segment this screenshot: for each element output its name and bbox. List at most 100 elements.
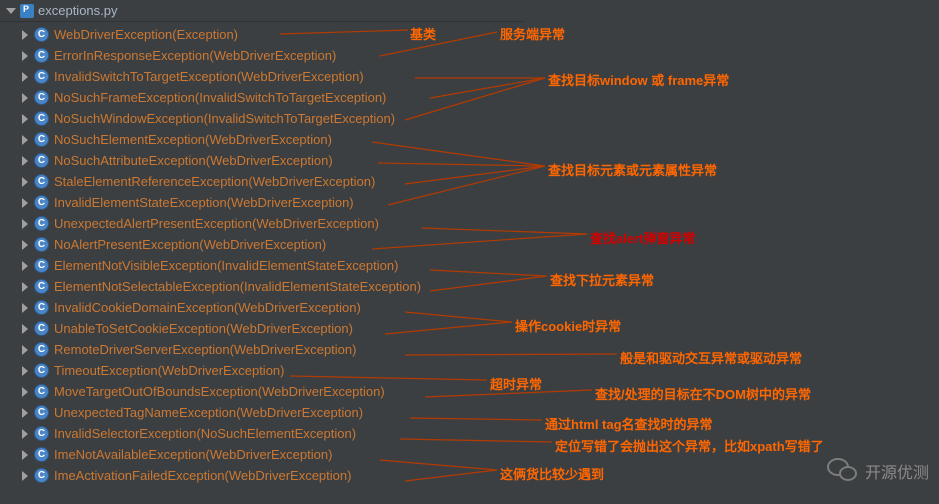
class-name-label: TimeoutException(WebDriverException)	[54, 363, 284, 378]
chevron-right-icon[interactable]	[22, 471, 28, 481]
chevron-right-icon[interactable]	[22, 51, 28, 61]
class-name-label: ErrorInResponseException(WebDriverExcept…	[54, 48, 336, 63]
class-name-label: InvalidElementStateException(WebDriverEx…	[54, 195, 354, 210]
chevron-right-icon[interactable]	[22, 408, 28, 418]
class-name-label: ImeNotAvailableException(WebDriverExcept…	[54, 447, 332, 462]
chevron-right-icon[interactable]	[22, 156, 28, 166]
chevron-right-icon[interactable]	[22, 366, 28, 376]
class-icon: C	[34, 69, 49, 84]
class-name-label: ElementNotVisibleException(InvalidElemen…	[54, 258, 398, 273]
class-icon: C	[34, 321, 49, 336]
class-tree-item[interactable]: C ImeActivationFailedException(WebDriverE…	[0, 465, 525, 486]
class-tree-item[interactable]: C InvalidCookieDomainException(WebDriverE…	[0, 297, 525, 318]
class-tree-item[interactable]: C InvalidSelectorException(NoSuchElementE…	[0, 423, 525, 444]
chevron-right-icon[interactable]	[22, 135, 28, 145]
class-icon: C	[34, 216, 49, 231]
python-file-icon	[20, 4, 34, 18]
chevron-right-icon[interactable]	[22, 303, 28, 313]
class-name-label: ElementNotSelectableException(InvalidEle…	[54, 279, 421, 294]
class-tree-item[interactable]: C ImeNotAvailableException(WebDriverExcep…	[0, 444, 525, 465]
class-name-label: StaleElementReferenceException(WebDriver…	[54, 174, 375, 189]
class-tree-item[interactable]: C WebDriverException(Exception)	[0, 24, 525, 45]
class-icon: C	[34, 384, 49, 399]
class-icon: C	[34, 279, 49, 294]
class-name-label: InvalidCookieDomainException(WebDriverEx…	[54, 300, 361, 315]
class-tree-item[interactable]: CNoSuchAttributeException(WebDriverExcep…	[0, 150, 525, 171]
class-tree-item[interactable]: CUnableToSetCookieException(WebDriverExc…	[0, 318, 525, 339]
annotation-label: 定位写错了会抛出这个异常，比如xpath写错了	[555, 436, 824, 455]
chevron-right-icon[interactable]	[22, 114, 28, 124]
chevron-right-icon[interactable]	[22, 219, 28, 229]
class-icon: C	[34, 426, 49, 441]
class-icon: C	[34, 195, 49, 210]
class-tree-item[interactable]: C UnexpectedTagNameException(WebDriverExc…	[0, 402, 525, 423]
structure-panel: exceptions.py C WebDriverException(Except…	[0, 0, 525, 504]
class-icon: C	[34, 174, 49, 189]
class-icon: C	[34, 258, 49, 273]
chevron-right-icon[interactable]	[22, 72, 28, 82]
annotation-label: 操作cookie时异常	[515, 316, 621, 335]
class-tree-item[interactable]: CMoveTargetOutOfBoundsException(WebDrive…	[0, 381, 525, 402]
class-tree-list: C WebDriverException(Exception) C ErrorInRe…	[0, 22, 525, 486]
chevron-right-icon[interactable]	[22, 387, 28, 397]
annotation-label: 查找目标window 或 frame异常	[548, 70, 729, 89]
class-tree-item[interactable]: C StaleElementReferenceException(WebDrive…	[0, 171, 525, 192]
chevron-right-icon[interactable]	[22, 345, 28, 355]
class-icon: C	[34, 111, 49, 126]
file-name-label: exceptions.py	[38, 3, 118, 18]
annotation-label: 查找下拉元素异常	[550, 270, 654, 289]
class-name-label: WebDriverException(Exception)	[54, 27, 238, 42]
class-name-label: NoSuchElementException(WebDriverExceptio…	[54, 132, 332, 147]
class-name-label: UnexpectedTagNameException(WebDriverExce…	[54, 405, 363, 420]
class-tree-item[interactable]: C NoAlertPresentException(WebDriverExcept…	[0, 234, 525, 255]
class-name-label: InvalidSelectorException(NoSuchElementEx…	[54, 426, 356, 441]
class-icon: C	[34, 237, 49, 252]
class-tree-item[interactable]: C ErrorInResponseException(WebDriverExcep…	[0, 45, 525, 66]
chevron-right-icon[interactable]	[22, 261, 28, 271]
class-name-label: NoSuchWindowException(InvalidSwitchToTar…	[54, 111, 395, 126]
class-tree-item[interactable]: C ElementNotSelectableException(InvalidEl…	[0, 276, 525, 297]
chevron-right-icon[interactable]	[22, 240, 28, 250]
class-icon: C	[34, 300, 49, 315]
annotation-label: 通过html tag名查找时的异常	[545, 414, 713, 433]
chevron-right-icon[interactable]	[22, 324, 28, 334]
class-name-label: RemoteDriverServerException(WebDriverExc…	[54, 342, 356, 357]
chevron-down-icon[interactable]	[6, 8, 16, 14]
class-icon: C	[34, 27, 49, 42]
class-icon: C	[34, 342, 49, 357]
watermark-text: 开源优测	[865, 459, 929, 483]
chevron-right-icon[interactable]	[22, 282, 28, 292]
chevron-right-icon[interactable]	[22, 198, 28, 208]
class-tree-item[interactable]: CUnexpectedAlertPresentException(WebDriv…	[0, 213, 525, 234]
class-icon: C	[34, 153, 49, 168]
class-tree-item[interactable]: CTimeoutException(WebDriverException)	[0, 360, 525, 381]
class-tree-item[interactable]: C InvalidElementStateException(WebDriverE…	[0, 192, 525, 213]
class-tree-item[interactable]: C RemoteDriverServerException(WebDriverEx…	[0, 339, 525, 360]
class-icon: C	[34, 468, 49, 483]
wechat-icon	[827, 458, 859, 484]
class-icon: C	[34, 132, 49, 147]
annotation-label: 查找目标元素或元素属性异常	[548, 160, 717, 179]
chevron-right-icon[interactable]	[22, 450, 28, 460]
class-icon: C	[34, 48, 49, 63]
chevron-right-icon[interactable]	[22, 177, 28, 187]
class-icon: C	[34, 405, 49, 420]
class-name-label: ImeActivationFailedException(WebDriverEx…	[54, 468, 351, 483]
class-icon: C	[34, 447, 49, 462]
annotation-label: 查找/处理的目标在不DOM树中的异常	[595, 384, 811, 403]
file-header-row[interactable]: exceptions.py	[0, 0, 525, 22]
class-name-label: InvalidSwitchToTargetException(WebDriver…	[54, 69, 364, 84]
class-name-label: NoAlertPresentException(WebDriverExcepti…	[54, 237, 326, 252]
class-tree-item[interactable]: C ElementNotVisibleException(InvalidEleme…	[0, 255, 525, 276]
chevron-right-icon[interactable]	[22, 30, 28, 40]
class-icon: C	[34, 90, 49, 105]
class-tree-item[interactable]: C NoSuchFrameException(InvalidSwitchToTar…	[0, 87, 525, 108]
class-tree-item[interactable]: C NoSuchElementException(WebDriverExcepti…	[0, 129, 525, 150]
annotation-label: 般是和驱动交互异常或驱动异常	[620, 348, 802, 367]
annotation-label: 查找alert弹窗异常	[590, 228, 695, 247]
class-tree-item[interactable]: C InvalidSwitchToTargetException(WebDrive…	[0, 66, 525, 87]
chevron-right-icon[interactable]	[22, 429, 28, 439]
chevron-right-icon[interactable]	[22, 93, 28, 103]
class-name-label: NoSuchFrameException(InvalidSwitchToTarg…	[54, 90, 386, 105]
class-tree-item[interactable]: C NoSuchWindowException(InvalidSwitchToTa…	[0, 108, 525, 129]
